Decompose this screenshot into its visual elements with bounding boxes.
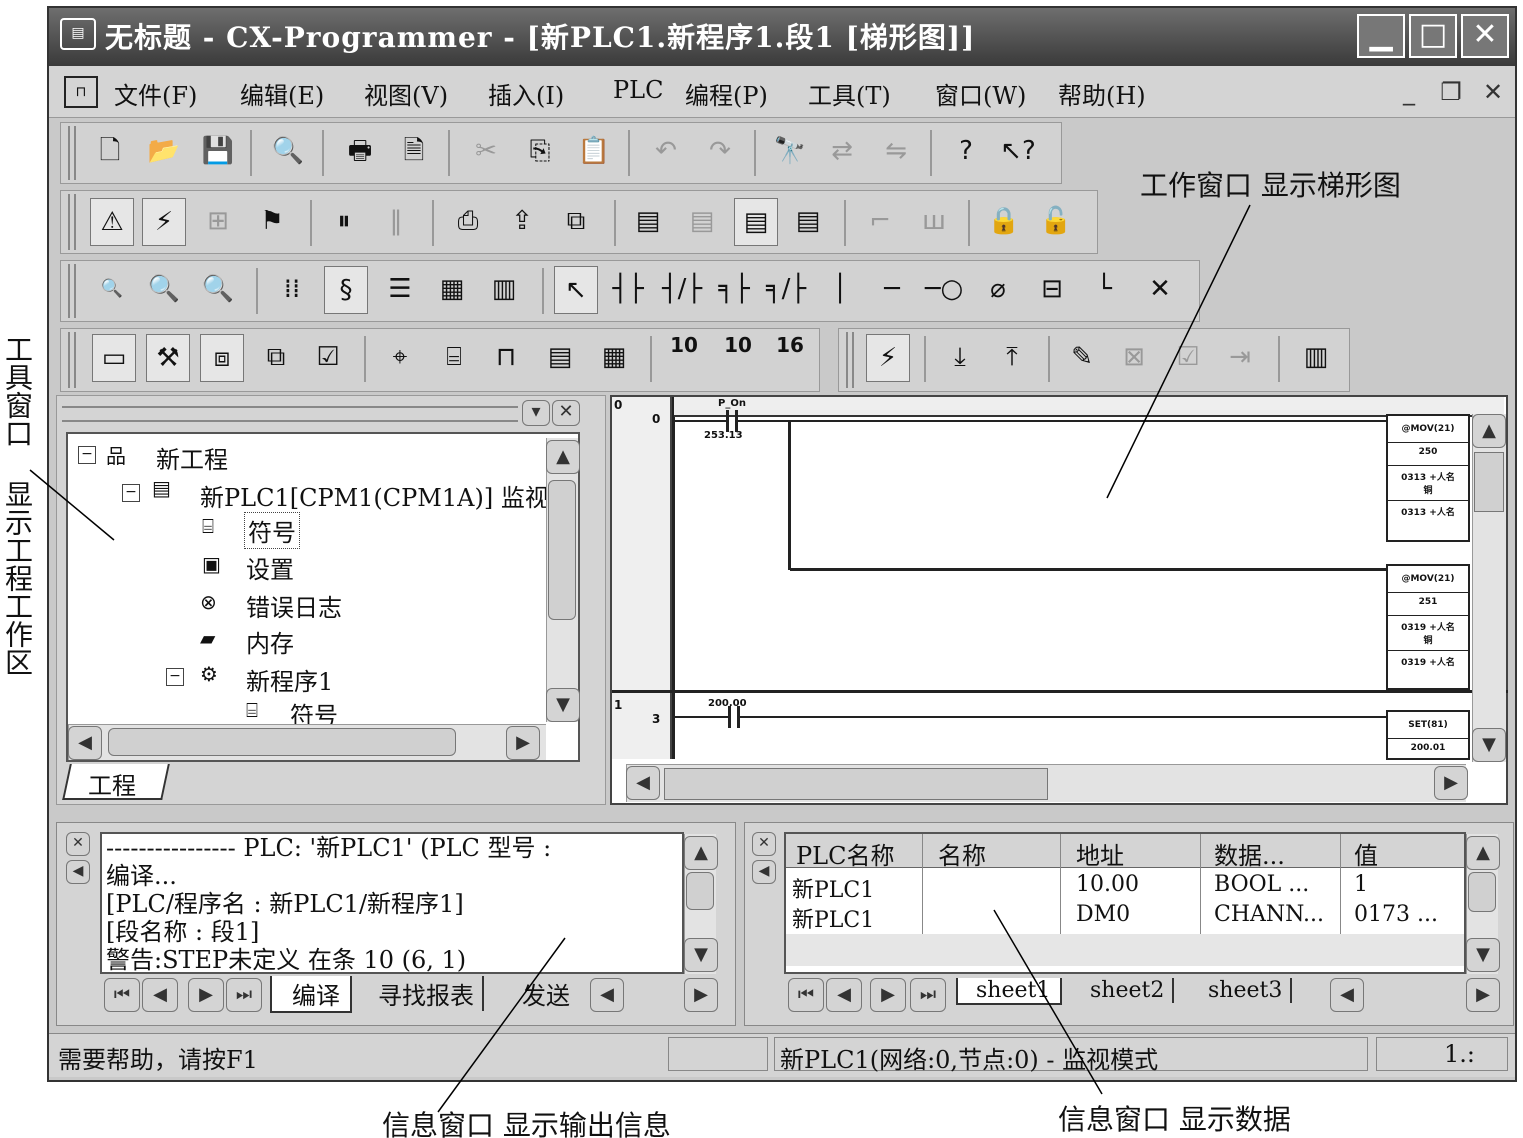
annotation-line-project — [29, 469, 115, 541]
annotation-info-output: 信息窗口 显示输出信息 — [382, 1109, 671, 1138]
annotation-line-work — [1106, 204, 1251, 499]
annotation-info-data: 信息窗口 显示数据 — [1058, 1103, 1291, 1136]
annotation-line-data — [993, 909, 1103, 1095]
annotation-line-output — [437, 937, 566, 1113]
annotation-work-window: 工作窗口 显示梯形图 — [1140, 169, 1401, 202]
